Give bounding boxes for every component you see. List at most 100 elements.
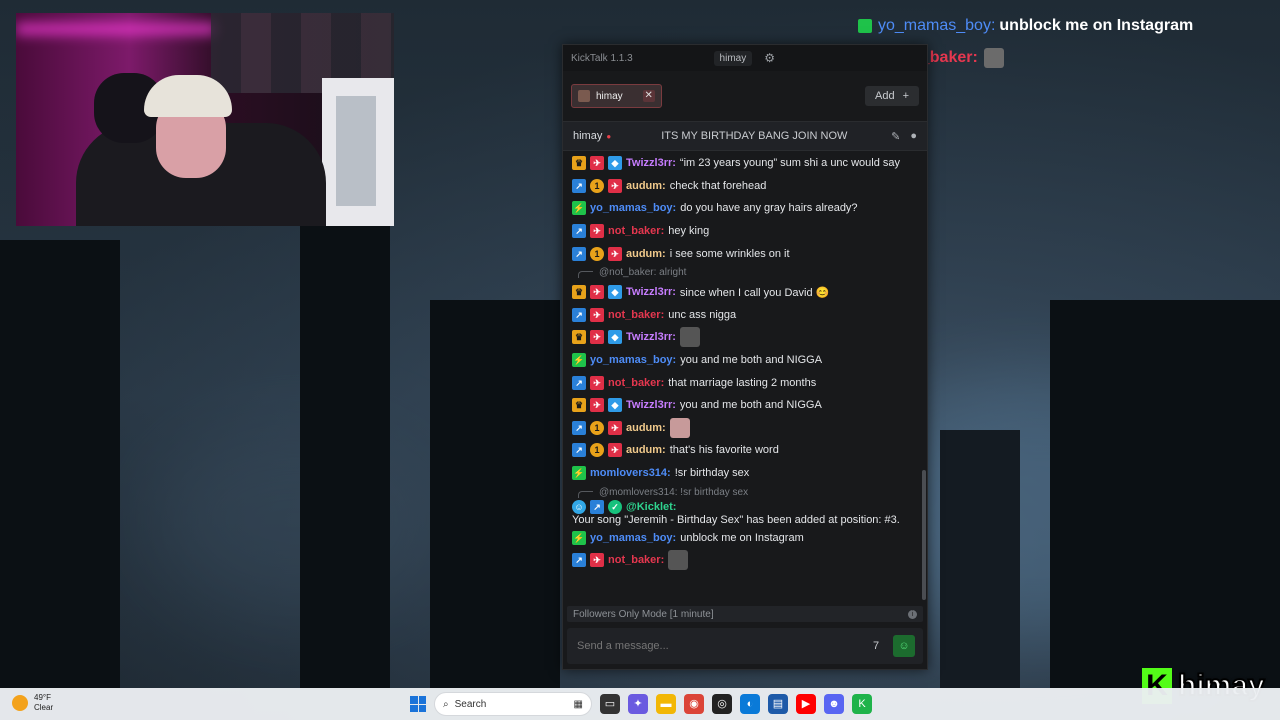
cube-badge-icon[interactable]: ◆: [608, 398, 622, 413]
copilot-icon[interactable]: ✦: [628, 694, 648, 714]
start-icon[interactable]: [410, 696, 426, 712]
info-icon[interactable]: i: [908, 609, 917, 619]
chat-message[interactable]: ♛ ✈ ◆ Twizzl3rr: you and me both and NIGGA: [572, 394, 919, 417]
chat-message[interactable]: ☺ ↗ ✓ @Kicklet: Your song "Jeremih - Birthda…: [572, 500, 919, 526]
one-badge-icon[interactable]: 1: [590, 178, 604, 193]
blue-badge-icon[interactable]: ↗: [572, 178, 586, 193]
ver-badge-icon[interactable]: ✓: [608, 500, 622, 515]
rkt-badge-icon[interactable]: ✈: [608, 443, 622, 458]
rkt-badge-icon[interactable]: ✈: [608, 178, 622, 193]
blue-badge-icon[interactable]: ↗: [572, 224, 586, 239]
crown-badge-icon[interactable]: ♛: [572, 285, 586, 300]
blue-badge-icon[interactable]: ↗: [572, 443, 586, 458]
cube-badge-icon[interactable]: ◆: [608, 285, 622, 300]
rkt-badge-icon[interactable]: ✈: [608, 420, 622, 435]
account-button[interactable]: himay: [713, 50, 753, 66]
rkt-badge-icon[interactable]: ✈: [590, 224, 604, 239]
file-explorer-icon[interactable]: ▬: [656, 694, 676, 714]
chat-username[interactable]: yo_mamas_boy:: [590, 532, 676, 544]
rkt-badge-icon[interactable]: ✈: [590, 307, 604, 322]
one-badge-icon[interactable]: 1: [590, 443, 604, 458]
chat-message[interactable]: ↗ ✈ not_baker: unc ass nigga: [572, 304, 919, 327]
chat-message[interactable]: ♛ ✈ ◆ Twizzl3rr: “im 23 years young” sum shi…: [572, 152, 919, 175]
chrome-icon[interactable]: ◉: [684, 694, 704, 714]
chat-username[interactable]: yo_mamas_boy:: [590, 202, 676, 214]
close-icon[interactable]: ✕: [642, 90, 655, 102]
tab-himay[interactable]: himay ✕: [571, 84, 662, 108]
blue-badge-icon[interactable]: ↗: [572, 375, 586, 390]
chat-username[interactable]: Twizzl3rr:: [626, 399, 676, 411]
rkt-badge-icon[interactable]: ✈: [590, 398, 604, 413]
emote-image[interactable]: [669, 417, 690, 438]
blue-badge-icon[interactable]: ↗: [572, 246, 586, 261]
chat-message[interactable]: ↗ 1 ✈ audum: that's his favorite word: [572, 439, 919, 462]
add-button[interactable]: Add +: [864, 86, 919, 106]
crown-badge-icon[interactable]: ♛: [572, 156, 586, 171]
bot-badge-icon[interactable]: ☺: [572, 500, 586, 515]
chat-username[interactable]: not_baker:: [608, 225, 664, 237]
green-badge-icon[interactable]: ⚡: [572, 201, 586, 216]
chat-message[interactable]: ↗ 1 ✈ audum:: [572, 417, 919, 440]
chat-message[interactable]: ↗ ✈ not_baker:: [572, 549, 919, 572]
one-badge-icon[interactable]: 1: [590, 246, 604, 261]
chat-message[interactable]: ♛ ✈ ◆ Twizzl3rr:: [572, 326, 919, 349]
chat-username[interactable]: Twizzl3rr:: [626, 286, 676, 298]
green-badge-icon[interactable]: ⚡: [572, 353, 586, 368]
chat-username[interactable]: audum:: [626, 180, 666, 192]
chat-message[interactable]: ↗ 1 ✈ audum: check that forehead: [572, 175, 919, 198]
channel-name[interactable]: himay: [573, 130, 602, 142]
reply-preview[interactable]: @not_baker: alright: [572, 265, 919, 281]
chat-scrollbar[interactable]: [922, 470, 926, 600]
chat-username[interactable]: audum:: [626, 248, 666, 260]
blue-badge-icon[interactable]: ↗: [572, 553, 586, 568]
blue-badge-icon[interactable]: ↗: [572, 420, 586, 435]
seventv-emote-icon[interactable]: 7: [865, 635, 887, 657]
green-badge-icon[interactable]: ⚡: [572, 530, 586, 545]
rkt-badge-icon[interactable]: ✈: [590, 375, 604, 390]
chat-message[interactable]: ⚡ yo_mamas_boy: unblock me on Instagram: [572, 526, 919, 549]
chat-message[interactable]: ♛ ✈ ◆ Twizzl3rr: since when I call you David…: [572, 281, 919, 304]
chat-message[interactable]: ⚡ momlovers314: !sr birthday sex: [572, 462, 919, 485]
weather-widget[interactable]: 49°F Clear: [12, 693, 53, 713]
chat-message[interactable]: ⚡ yo_mamas_boy: do you have any gray hairs…: [572, 197, 919, 220]
pin-icon[interactable]: ✎: [891, 130, 900, 143]
kicktalk-icon[interactable]: K: [852, 694, 872, 714]
one-badge-icon[interactable]: 1: [590, 420, 604, 435]
task-view-icon[interactable]: ▭: [600, 694, 620, 714]
cube-badge-icon[interactable]: ◆: [608, 330, 622, 345]
rkt-badge-icon[interactable]: ✈: [590, 330, 604, 345]
rkt-badge-icon[interactable]: ✈: [590, 553, 604, 568]
cube-badge-icon[interactable]: ◆: [608, 156, 622, 171]
rkt-badge-icon[interactable]: ✈: [590, 156, 604, 171]
chat-username[interactable]: momlovers314:: [590, 467, 671, 479]
emote-image[interactable]: [668, 550, 689, 571]
obs-icon[interactable]: ◎: [712, 694, 732, 714]
chat-username[interactable]: not_baker:: [608, 309, 664, 321]
rkt-badge-icon[interactable]: ✈: [608, 246, 622, 261]
chat-username[interactable]: audum:: [626, 422, 666, 434]
chat-messages[interactable]: ♛ ✈ ◆ Twizzl3rr: “im 23 years young” sum shi…: [563, 152, 927, 598]
chat-message[interactable]: ⚡ yo_mamas_boy: you and me both and NIGGA: [572, 349, 919, 372]
blue-badge-icon[interactable]: ↗: [572, 307, 586, 322]
chat-username[interactable]: not_baker:: [608, 554, 664, 566]
chat-username[interactable]: yo_mamas_boy:: [590, 354, 676, 366]
blue-badge-icon[interactable]: ↗: [590, 500, 604, 515]
chat-username[interactable]: not_baker:: [608, 377, 664, 389]
green-badge-icon[interactable]: ⚡: [572, 466, 586, 481]
chat-username[interactable]: @Kicklet:: [626, 501, 676, 513]
chat-message[interactable]: ↗ ✈ not_baker: hey king: [572, 220, 919, 243]
chat-username[interactable]: Twizzl3rr:: [626, 331, 676, 343]
gear-icon[interactable]: ⚙: [764, 51, 775, 65]
discord-icon[interactable]: ☻: [824, 694, 844, 714]
chat-username[interactable]: audum:: [626, 444, 666, 456]
edge-icon[interactable]: ◐: [740, 694, 760, 714]
store-icon[interactable]: ▤: [768, 694, 788, 714]
user-icon[interactable]: ●: [910, 130, 917, 143]
youtube-icon[interactable]: ▶: [796, 694, 816, 714]
rkt-badge-icon[interactable]: ✈: [590, 285, 604, 300]
emote-image[interactable]: [679, 327, 700, 348]
crown-badge-icon[interactable]: ♛: [572, 398, 586, 413]
chat-message[interactable]: ↗ ✈ not_baker: that marriage lasting 2 mont…: [572, 371, 919, 394]
taskbar-search[interactable]: ⌕ Search ▦: [434, 692, 592, 716]
chat-message[interactable]: ↗ 1 ✈ audum: i see some wrinkles on it: [572, 242, 919, 265]
